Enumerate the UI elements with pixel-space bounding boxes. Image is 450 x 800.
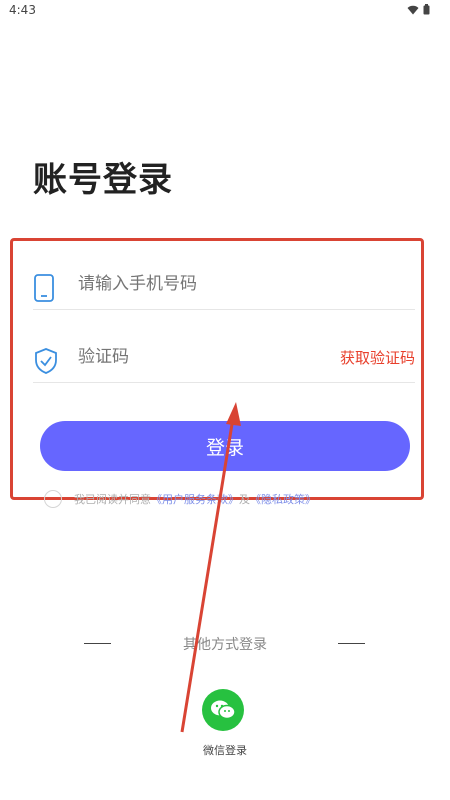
agree-checkbox[interactable] bbox=[44, 490, 62, 508]
agreement-row: 我已阅读并同意 《用户服务条款》 及 《隐私政策》 bbox=[44, 490, 316, 508]
agreement-and: 及 bbox=[239, 493, 250, 506]
divider-line bbox=[338, 643, 365, 644]
code-input[interactable] bbox=[78, 347, 328, 367]
code-row: 获取验证码 bbox=[33, 335, 415, 383]
divider bbox=[33, 309, 415, 310]
wechat-icon bbox=[211, 700, 236, 720]
login-button[interactable]: 登录 bbox=[40, 421, 410, 471]
battery-icon bbox=[423, 4, 430, 15]
status-icons bbox=[407, 4, 430, 15]
agreement-prefix: 我已阅读并同意 bbox=[74, 493, 151, 506]
wechat-login-button[interactable] bbox=[202, 689, 244, 731]
wechat-login-label: 微信登录 bbox=[203, 744, 247, 757]
wifi-icon bbox=[407, 5, 419, 14]
page-title: 账号登录 bbox=[33, 160, 173, 200]
status-bar: 4:43 bbox=[0, 0, 450, 22]
status-time: 4:43 bbox=[9, 3, 36, 17]
get-code-button[interactable]: 获取验证码 bbox=[340, 347, 415, 368]
shield-icon bbox=[33, 347, 59, 379]
other-login-label: 其他方式登录 bbox=[183, 637, 267, 653]
other-login-divider: 其他方式登录 bbox=[0, 634, 450, 654]
terms-link[interactable]: 《用户服务条款》 bbox=[151, 491, 239, 507]
phone-icon bbox=[33, 274, 55, 306]
privacy-link[interactable]: 《隐私政策》 bbox=[250, 491, 316, 507]
phone-input[interactable] bbox=[78, 274, 328, 294]
phone-row bbox=[33, 262, 415, 310]
divider bbox=[33, 382, 415, 383]
